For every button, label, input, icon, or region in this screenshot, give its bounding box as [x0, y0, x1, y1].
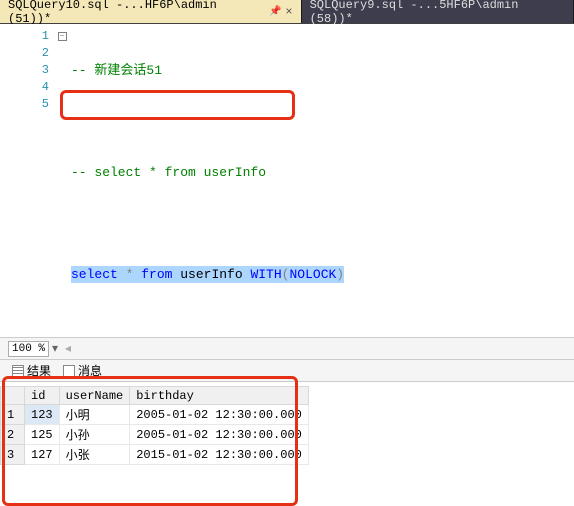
results-pane: 100 %▾ ◂ 结果 消息 id userName birthday 1 12…: [0, 337, 574, 465]
grid-icon: [12, 365, 24, 377]
results-grid[interactable]: id userName birthday 1 123 小明 2005-01-02…: [0, 382, 574, 465]
table-row[interactable]: 3 127 小张 2015-01-02 12:30:00.000: [1, 445, 309, 465]
line-gutter: 1 2 3 4 5: [0, 24, 55, 337]
tab-bar: SQLQuery10.sql -...HF6P\admin (51))* 📌 ×…: [0, 0, 574, 24]
comment-line: -- 新建会话51: [71, 63, 162, 78]
grid-corner[interactable]: [1, 387, 25, 405]
message-icon: [63, 365, 75, 377]
col-header-username[interactable]: userName: [59, 387, 130, 405]
pin-icon[interactable]: 📌: [269, 6, 281, 18]
col-header-birthday[interactable]: birthday: [130, 387, 309, 405]
table-row[interactable]: 1 123 小明 2005-01-02 12:30:00.000: [1, 405, 309, 425]
fold-gutter: −: [55, 24, 69, 337]
cell-selected[interactable]: 123: [25, 405, 60, 425]
chevron-down-icon[interactable]: ▾: [49, 341, 61, 356]
result-tab-bar: 结果 消息: [0, 360, 574, 382]
results-tab[interactable]: 结果: [6, 360, 57, 381]
code-content[interactable]: -- 新建会话51 -- select * from userInfo sele…: [69, 24, 574, 337]
table-row[interactable]: 2 125 小孙 2005-01-02 12:30:00.000: [1, 425, 309, 445]
editor-tab-active[interactable]: SQLQuery10.sql -...HF6P\admin (51))* 📌 ×: [0, 0, 302, 23]
sql-editor[interactable]: 1 2 3 4 5 − -- 新建会话51 -- select * from u…: [0, 24, 574, 337]
close-icon[interactable]: ×: [285, 5, 292, 19]
fold-icon[interactable]: −: [58, 32, 67, 41]
comment-line: -- select * from userInfo: [71, 165, 266, 180]
zoom-select[interactable]: 100 %: [8, 341, 49, 357]
tab-label: SQLQuery9.sql -...5HF6P\admin (58))*: [310, 0, 565, 26]
col-header-id[interactable]: id: [25, 387, 60, 405]
editor-tab[interactable]: SQLQuery9.sql -...5HF6P\admin (58))*: [302, 0, 574, 23]
tab-label: SQLQuery10.sql -...HF6P\admin (51))*: [8, 0, 263, 26]
zoom-bar: 100 %▾ ◂: [0, 338, 574, 360]
messages-tab[interactable]: 消息: [57, 360, 108, 381]
zoom-slider-handle[interactable]: ◂: [65, 341, 71, 356]
